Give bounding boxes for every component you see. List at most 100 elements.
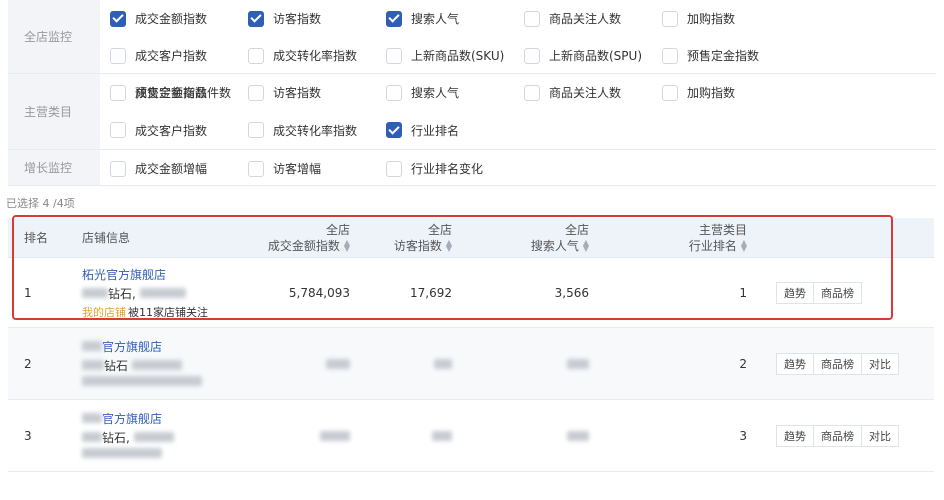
filter-option-label: 搜索人气 (411, 86, 460, 100)
filter-option-label: 访客增幅 (273, 162, 322, 176)
blurred-value (434, 358, 452, 369)
blurred-text (139, 287, 186, 298)
shop-name-link[interactable]: 官方旗舰店 (82, 338, 162, 355)
compare-button[interactable]: 对比 (861, 352, 899, 375)
filter-option[interactable]: 加购指数 (662, 74, 800, 111)
filter-option[interactable]: 访客指数 (248, 74, 386, 111)
checkbox[interactable] (248, 160, 264, 177)
checkbox[interactable] (248, 84, 264, 101)
filter-options: 成交金额增幅 访客增幅 行业排名变化 (100, 150, 936, 185)
rank-cell: 3 (24, 428, 32, 443)
blurred-text (82, 376, 202, 386)
trend-button[interactable]: 趋势 (776, 424, 814, 447)
visitor-index-value: 17,692 (410, 285, 452, 300)
checkbox[interactable] (386, 160, 402, 177)
blurred-text (82, 287, 108, 298)
header-industry-rank[interactable]: 主营类目 行业排名 ▲ ▼ (589, 222, 747, 254)
header-top: 全店 (427, 222, 452, 237)
shop-cell: 官方旗舰店 钻石, (58, 400, 250, 471)
checkbox[interactable] (524, 84, 540, 101)
header-top: 主营类目 (698, 222, 747, 237)
filter-option[interactable]: 搜索人气 (386, 0, 524, 37)
checkbox[interactable] (524, 47, 540, 64)
product-rank-button[interactable]: 商品榜 (813, 424, 862, 447)
filter-option[interactable]: 访客指数 (248, 0, 386, 37)
checkbox[interactable] (386, 47, 402, 64)
industry-rank-value: 2 (739, 356, 747, 371)
header-bottom: 搜索人气 (530, 238, 579, 253)
filter-option[interactable]: 行业排名 (386, 112, 524, 149)
filter-option[interactable]: 商品关注人数 (524, 74, 662, 111)
shop-follow-info (82, 376, 202, 389)
checkbox-checked[interactable] (248, 10, 264, 27)
checkbox[interactable] (110, 160, 126, 177)
sales-index-value: 5,784,093 (288, 285, 350, 300)
filter-option[interactable]: 成交客户指数 (110, 112, 248, 149)
checkbox[interactable] (386, 84, 402, 101)
compare-button[interactable]: 对比 (861, 424, 899, 447)
checkbox-checked[interactable] (386, 122, 402, 138)
visitor-index-value (350, 328, 452, 399)
header-search-popularity[interactable]: 全店 搜索人气 ▲ ▼ (452, 222, 589, 254)
follow-text: 被11家店铺关注 (128, 305, 208, 319)
filter-option[interactable]: 成交金额增幅 (110, 150, 248, 187)
filter-option[interactable]: 成交转化率指数 (248, 37, 386, 74)
filter-option[interactable]: 搜索人气 (386, 74, 524, 111)
checkbox-checked[interactable] (386, 10, 402, 27)
blurred-value (567, 358, 589, 369)
filter-option[interactable]: 成交客户指数 (110, 37, 248, 74)
product-rank-button[interactable]: 商品榜 (813, 352, 862, 375)
filter-option[interactable]: 成交转化率指数 (248, 112, 386, 149)
filter-option-label: 成交转化率指数 (273, 49, 358, 63)
checkbox[interactable] (662, 47, 678, 64)
shop-name-text: 官方旗舰店 (102, 340, 163, 354)
header-top: 全店 (564, 222, 589, 237)
table-row: 2 官方旗舰店 钻石 2 趋势 商品榜 对比 (8, 328, 934, 400)
checkbox-checked[interactable] (110, 10, 126, 27)
rank-cell: 2 (24, 356, 32, 371)
industry-rank-value: 1 (739, 285, 747, 300)
table-header: 排名 店铺信息 全店 成交金额指数 ▲ ▼ 全店 访客指数 ▲ ▼ 全店 搜索人气 ▲ ▼ 主营类… (8, 218, 934, 258)
my-store-tag: 我的店铺 (82, 305, 126, 319)
filter-option[interactable]: 上新商品数(SPU) (524, 37, 662, 74)
product-rank-button[interactable]: 商品榜 (813, 281, 862, 304)
checkbox[interactable] (662, 84, 678, 101)
filter-option-label: 成交金额指数 (135, 86, 208, 100)
checkbox[interactable] (110, 122, 126, 138)
checkbox[interactable] (110, 47, 126, 64)
checkbox[interactable] (524, 10, 540, 27)
blurred-text (82, 448, 162, 458)
shop-name-link[interactable]: 柘光官方旗舰店 (82, 266, 166, 283)
filter-option[interactable]: 加购指数 (662, 0, 800, 37)
filter-option[interactable]: 成交金额指数 (110, 74, 248, 111)
checkbox[interactable] (110, 84, 126, 101)
filter-options: 成交金额指数 访客指数 搜索人气 商品关注人数 加购指数 成交客户指数 成交转化率指数 上新商… (100, 0, 936, 101)
header-visitor-index[interactable]: 全店 访客指数 ▲ ▼ (350, 222, 452, 254)
filter-option-label: 搜索人气 (411, 12, 460, 26)
trend-button[interactable]: 趋势 (776, 281, 814, 304)
filter-option[interactable]: 商品关注人数 (524, 0, 662, 37)
trend-button[interactable]: 趋势 (776, 352, 814, 375)
filter-option-label: 行业排名变化 (411, 162, 484, 176)
header-sales-index[interactable]: 全店 成交金额指数 ▲ ▼ (250, 222, 350, 254)
filter-option[interactable]: 访客增幅 (248, 150, 386, 187)
checkbox[interactable] (662, 10, 678, 27)
sort-icon[interactable]: ▲ ▼ (741, 239, 747, 253)
filter-option-label: 访客指数 (273, 86, 322, 100)
filter-option[interactable]: 行业排名变化 (386, 150, 524, 187)
blurred-value (326, 358, 350, 369)
blurred-value (320, 430, 350, 441)
metric-filter-panel: 全店监控 成交金额指数 访客指数 搜索人气 商品关注人数 加购指数 成交客户指数 成交转化率… (8, 0, 936, 186)
filter-option[interactable]: 成交金额指数 (110, 0, 248, 37)
filter-option[interactable]: 上新商品数(SKU) (386, 37, 524, 74)
filter-row-growth: 增长监控 成交金额增幅 访客增幅 行业排名变化 (8, 150, 936, 186)
filter-option[interactable]: 预售定金指数 (662, 37, 800, 74)
checkbox[interactable] (248, 47, 264, 64)
header-shop: 店铺信息 (82, 231, 131, 245)
visitor-index-value (350, 400, 452, 471)
rank-cell: 1 (24, 285, 32, 300)
shop-name-link[interactable]: 官方旗舰店 (82, 410, 162, 427)
filter-option-label: 成交客户指数 (135, 123, 208, 138)
search-popularity-value (452, 328, 589, 399)
checkbox[interactable] (248, 122, 264, 138)
